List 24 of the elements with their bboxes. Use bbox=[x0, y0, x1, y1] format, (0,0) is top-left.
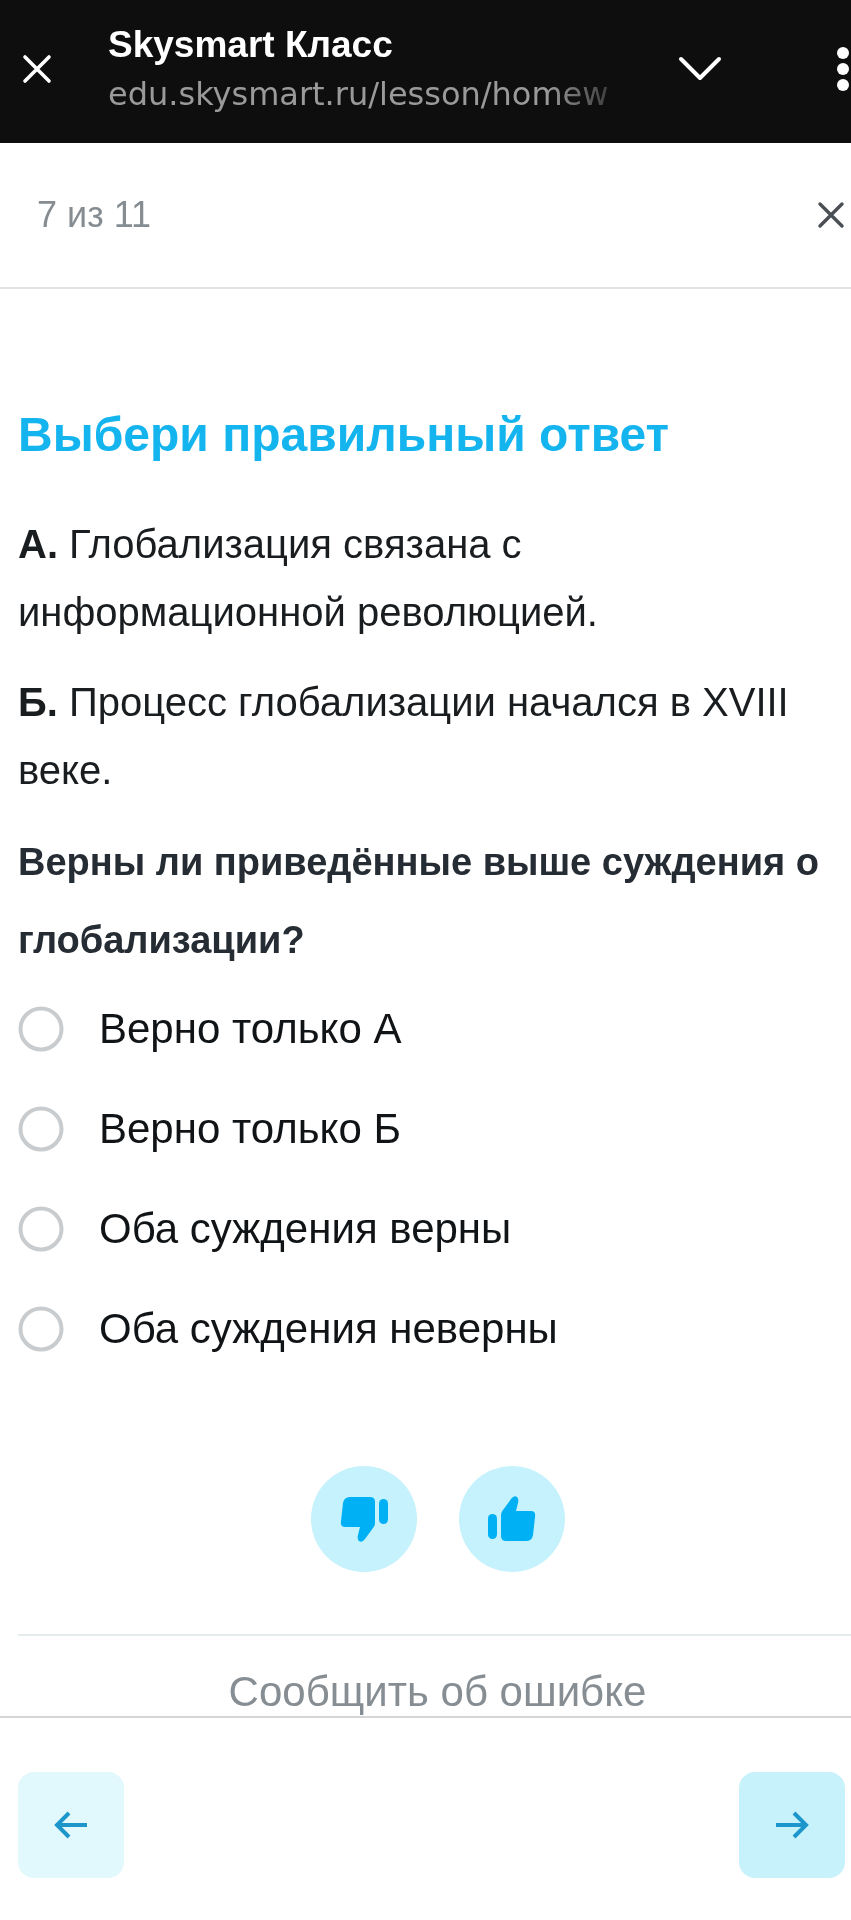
radio-button-icon[interactable] bbox=[18, 1006, 64, 1052]
more-menu-icon[interactable] bbox=[836, 46, 850, 91]
page-title: Skysmart Класс bbox=[108, 23, 394, 66]
radio-button-icon[interactable] bbox=[18, 1106, 64, 1152]
thumbs-down-icon bbox=[338, 1494, 389, 1544]
answer-option[interactable]: Верно только А bbox=[18, 979, 402, 1079]
radio-button-icon[interactable] bbox=[18, 1306, 64, 1352]
thumbs-up-icon bbox=[486, 1494, 537, 1544]
page-url: edu.skysmart.ru/lesson/homew bbox=[108, 73, 609, 114]
chevron-down-icon[interactable] bbox=[678, 55, 722, 82]
statement-text: А. Глобализация связана с информационной революцией. bbox=[18, 521, 599, 636]
radio-button-icon[interactable] bbox=[18, 1206, 64, 1252]
statement-text: Б. Процесс глобализации начался в XVIII веке. bbox=[18, 679, 790, 794]
arrow-left-icon bbox=[53, 1810, 89, 1840]
task-counter: 7 из 11 bbox=[37, 193, 151, 237]
back-button[interactable] bbox=[18, 1772, 124, 1878]
answer-option[interactable]: Верно только Б bbox=[18, 1079, 401, 1179]
task-heading: Выбери правильный ответ bbox=[18, 407, 671, 463]
next-button[interactable] bbox=[739, 1772, 845, 1878]
arrow-right-icon bbox=[774, 1810, 810, 1840]
question-text: Верны ли приведённые выше суждения о глобализации? bbox=[18, 840, 820, 963]
answer-option[interactable]: Оба суждения неверны bbox=[18, 1279, 558, 1379]
answer-option[interactable]: Оба суждения верны bbox=[18, 1179, 512, 1279]
close-icon[interactable] bbox=[817, 201, 845, 229]
